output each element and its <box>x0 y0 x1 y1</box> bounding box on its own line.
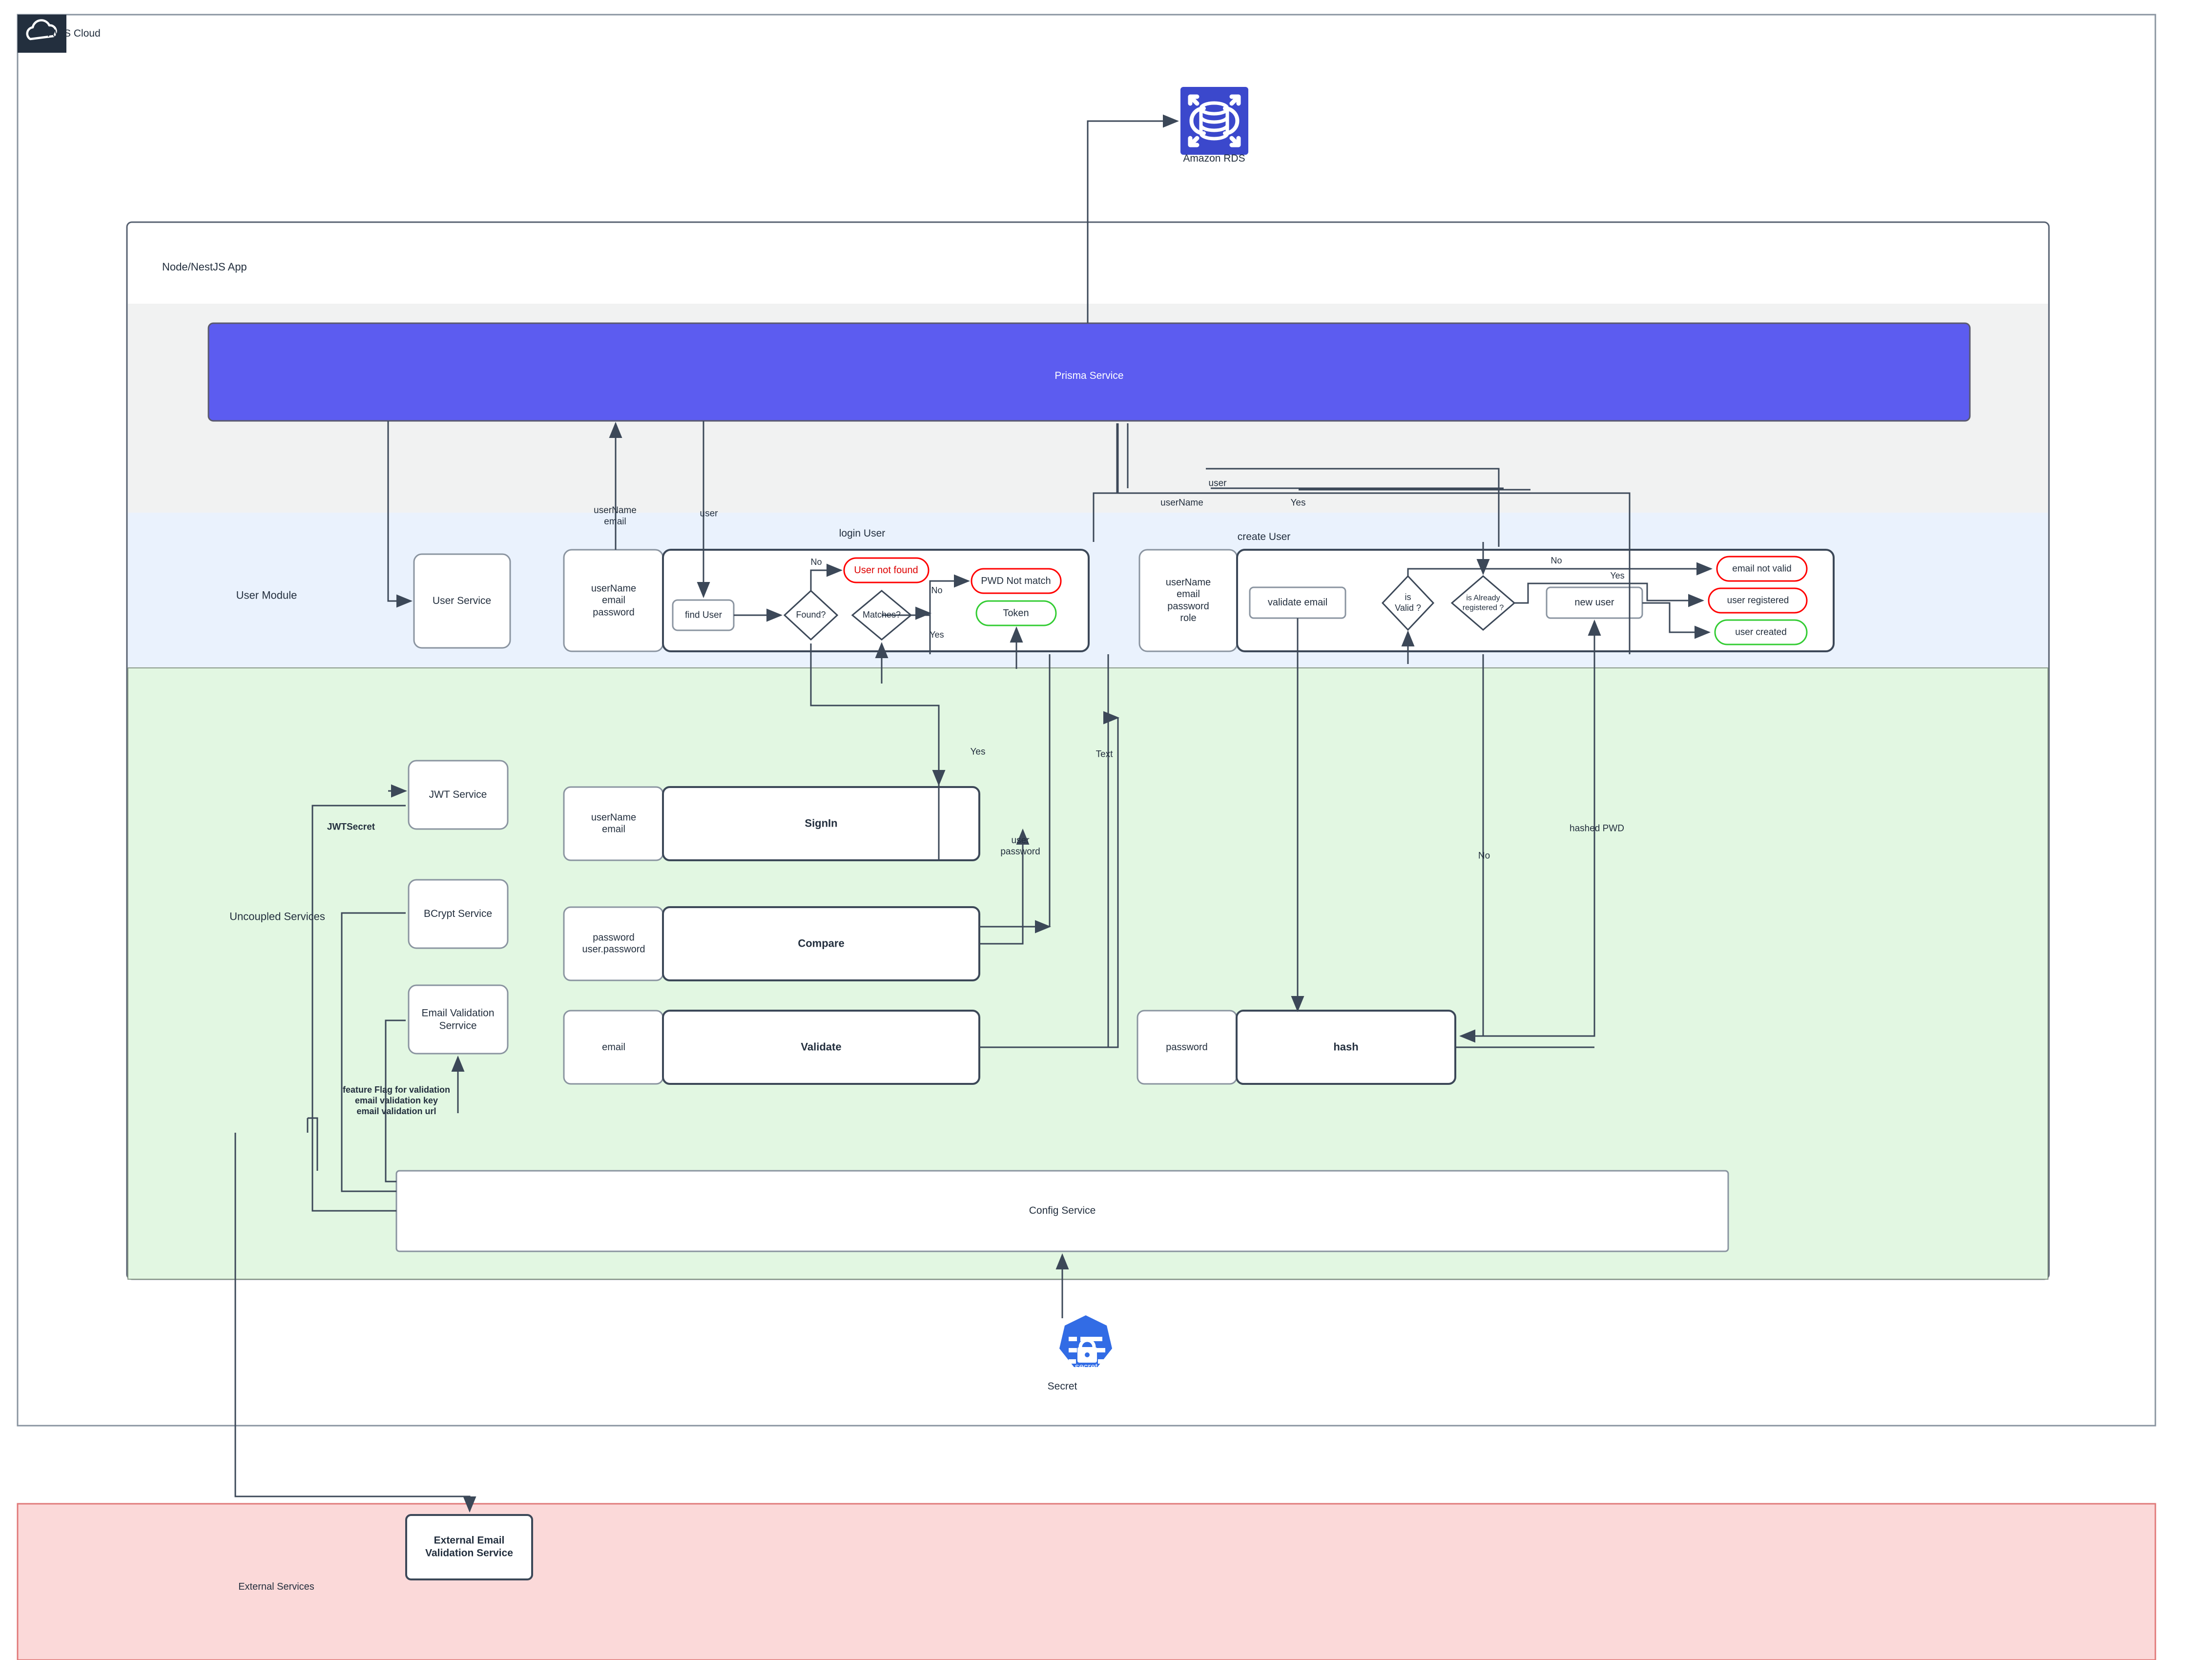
edge-label-registered-yes: Yes <box>1610 571 1624 581</box>
edge-label-valid-no: No <box>1550 556 1562 566</box>
email-not-valid-node: email not valid <box>1732 563 1791 574</box>
email-validation-service-node[interactable]: Email Validation Serrvice <box>421 1007 494 1032</box>
edge-label-user-right: user <box>1209 477 1227 489</box>
rds-label: Amazon RDS <box>1183 152 1245 165</box>
signin-params: userName email <box>591 812 636 836</box>
hash-operation[interactable]: hash <box>1333 1041 1358 1054</box>
edge-label-yes-signin: Yes <box>971 746 986 757</box>
user-registered-node: user registered <box>1727 595 1789 606</box>
edge-label-username-email: userName email <box>594 505 637 527</box>
edge-label-matches-no: No <box>931 585 942 596</box>
config-service-node[interactable]: Config Service <box>1029 1204 1096 1217</box>
is-valid-decision-node[interactable]: is Valid ? <box>1395 592 1421 614</box>
edge-label-found-no: No <box>810 557 822 568</box>
architecture-diagram-canvas: AWS Cloud Amazon RDS Node/NestJS App Pri… <box>0 0 2212 1660</box>
edge-label-text: Text <box>1096 748 1113 760</box>
jwt-service-node[interactable]: JWT Service <box>429 788 487 801</box>
create-user-title: create User <box>1238 531 1291 543</box>
user-service-node[interactable]: User Service <box>433 595 491 607</box>
edge-label-config-keys: feature Flag for validation email valida… <box>343 1085 450 1117</box>
is-already-registered-decision-node[interactable]: is Already registered ? <box>1463 593 1504 612</box>
edge-label-matches-yes: Yes <box>930 630 944 641</box>
compare-params: password user.password <box>582 932 645 956</box>
hash-params: password <box>1166 1041 1208 1053</box>
external-email-validation-service-node[interactable]: External Email Validation Service <box>425 1534 513 1559</box>
edge-label-hashed-pwd: hashed PWD <box>1570 823 1624 834</box>
aws-cloud-label: AWS Cloud <box>48 27 101 40</box>
token-node: Token <box>1003 607 1029 619</box>
band-label-user-module: User Module <box>236 589 297 602</box>
prisma-service-label: Prisma Service <box>1054 370 1123 382</box>
band-label-external-services: External Services <box>238 1581 314 1593</box>
band-label-uncoupled-services: Uncoupled Services <box>229 911 325 924</box>
pwd-not-match-node: PWD Not match <box>981 575 1051 587</box>
signin-operation[interactable]: SignIn <box>805 817 837 830</box>
login-user-title: login User <box>839 527 886 540</box>
validate-params: email <box>602 1041 625 1053</box>
bcrypt-service-node[interactable]: BCrypt Service <box>424 908 492 920</box>
user-created-node: user created <box>1735 626 1787 638</box>
edge-label-username-right: userName <box>1160 497 1203 508</box>
validate-email-node[interactable]: validate email <box>1268 597 1327 608</box>
user-not-found-node: User not found <box>854 564 918 576</box>
find-user-node[interactable]: find User <box>685 609 722 621</box>
new-user-node[interactable]: new user <box>1574 597 1614 608</box>
edge-label-jwt-secret: JWTSecret <box>327 821 375 832</box>
login-user-inputs: userName email password <box>591 582 636 618</box>
edge-label-user-password: user password <box>1000 835 1040 857</box>
compare-operation[interactable]: Compare <box>798 937 844 951</box>
found-decision-node[interactable]: Found? <box>796 610 826 621</box>
secret-label: Secret <box>1048 1380 1077 1393</box>
matches-decision-node[interactable]: Matches? <box>863 610 901 621</box>
create-user-inputs: userName email password role <box>1166 577 1211 624</box>
node-app-label: Node/NestJS App <box>162 261 247 274</box>
edge-label-user-left: user <box>700 508 718 519</box>
edge-label-yes-create: Yes <box>1291 497 1306 508</box>
secret-badge-label: secret <box>1075 1362 1097 1372</box>
edge-label-no-hash: No <box>1478 850 1490 861</box>
validate-operation[interactable]: Validate <box>801 1041 841 1054</box>
